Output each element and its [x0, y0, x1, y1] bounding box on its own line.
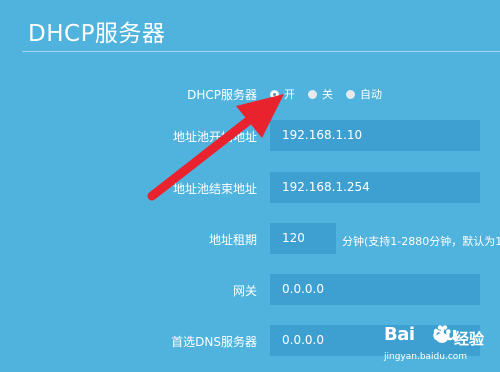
dhcp-radio-auto[interactable]: 自动	[346, 86, 382, 102]
dhcp-radio-on-label: 开	[284, 88, 295, 101]
dhcp-radio-off[interactable]: 关	[308, 86, 333, 102]
radio-unchecked-icon	[346, 89, 355, 99]
lease-hint: 分钟(支持1-2880分钟，默认为1	[342, 235, 500, 248]
dhcp-radio-off-label: 关	[322, 88, 333, 101]
pool-start-input[interactable]: 192.168.1.10	[270, 120, 480, 151]
watermark-url: jingyan.baidu.com	[384, 352, 468, 362]
lease-label: 地址租期	[208, 233, 257, 247]
page-title: DHCP服务器	[28, 21, 166, 47]
gateway-input[interactable]: 0.0.0.0	[270, 274, 480, 305]
title-divider	[22, 51, 500, 52]
dhcp-server-label: DHCP服务器	[187, 88, 257, 102]
dhcp-radio-on[interactable]: 开	[270, 86, 295, 102]
radio-checked-icon	[270, 89, 279, 99]
primary-dns-label: 首选DNS服务器	[171, 335, 257, 349]
pool-end-label: 地址池结束地址	[172, 182, 257, 196]
dhcp-radio-group: 开 关 自动	[270, 86, 395, 102]
lease-input[interactable]: 120	[270, 223, 336, 254]
pool-end-input[interactable]: 192.168.1.254	[270, 172, 480, 203]
baidu-jingyan-watermark: Baidu 经验 jingyan.baidu.com	[378, 322, 496, 368]
baidu-paw-icon	[433, 325, 451, 343]
dhcp-radio-auto-label: 自动	[360, 88, 382, 101]
radio-unchecked-icon	[308, 89, 317, 99]
pool-start-label: 地址池开始地址	[172, 130, 257, 144]
gateway-label: 网关	[232, 284, 257, 298]
watermark-cn: 经验	[454, 330, 485, 348]
